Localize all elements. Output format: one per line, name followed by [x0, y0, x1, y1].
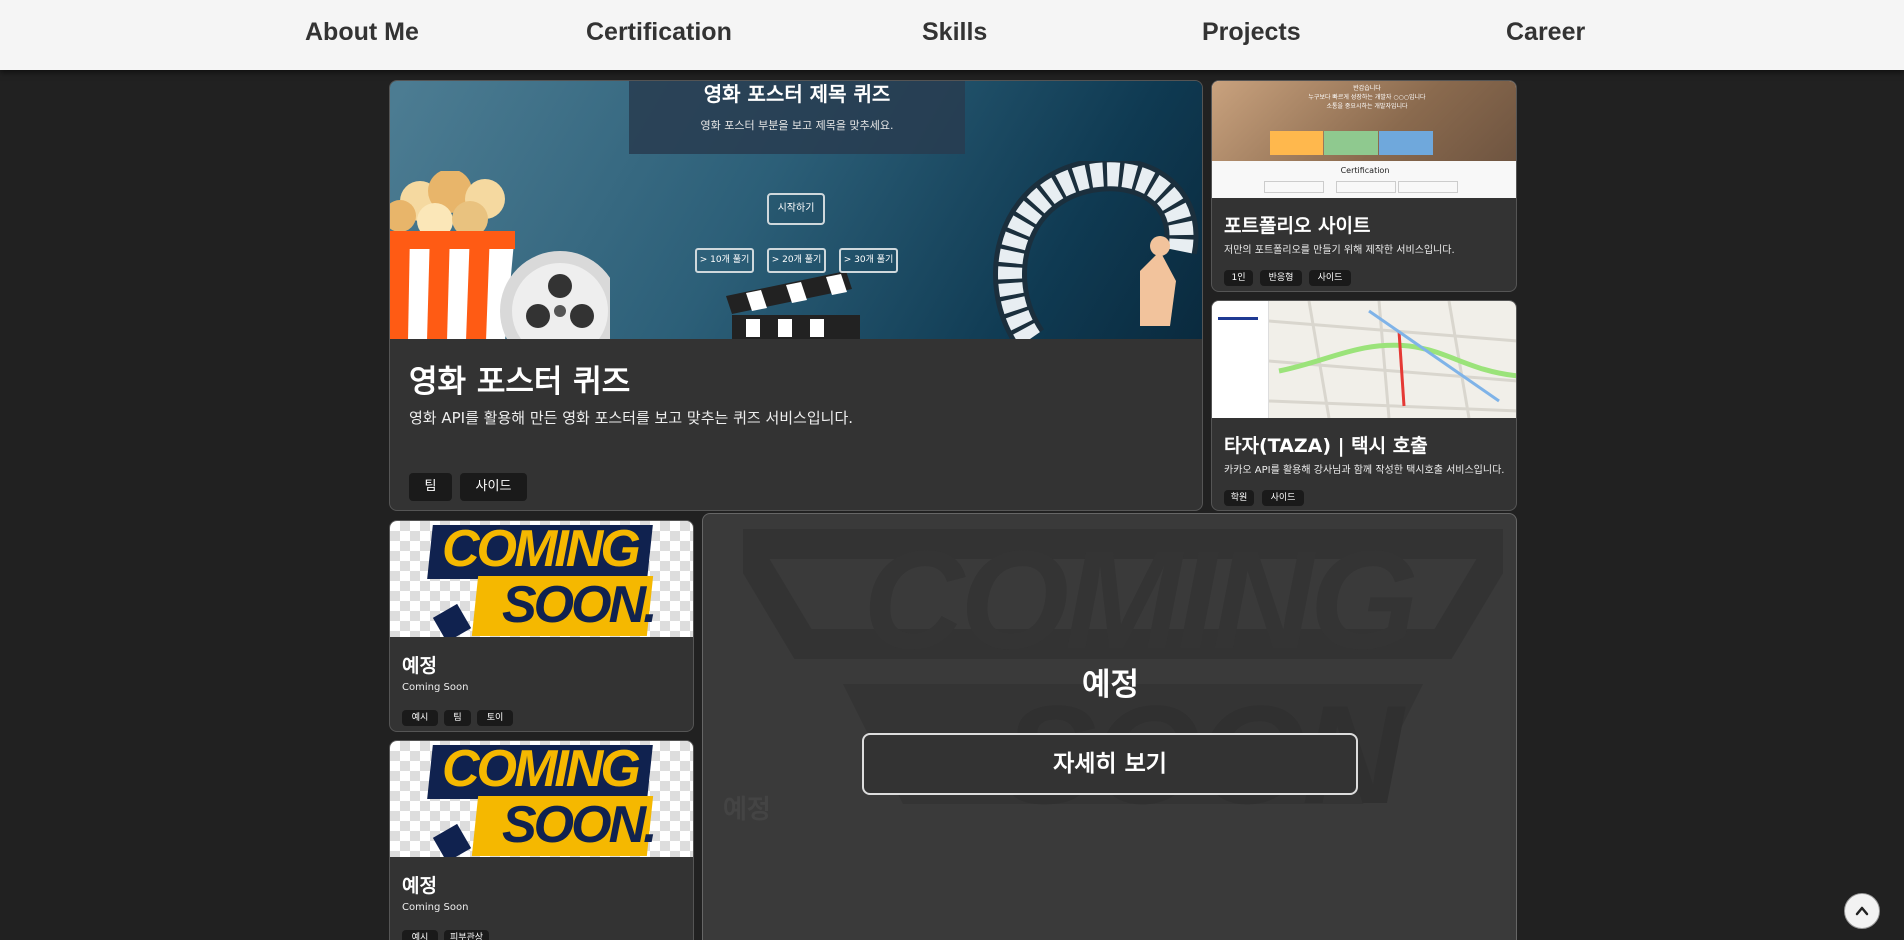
nav-skills[interactable]: Skills: [922, 18, 987, 47]
chevron-up-icon: [1855, 906, 1869, 916]
project-card-upcoming-1[interactable]: COMING SOON. 예정 Coming Soon 예시 팀 토이: [389, 520, 694, 732]
project-title: 영화 포스터 퀴즈: [409, 364, 631, 400]
tag-side: 사이드: [460, 473, 527, 501]
taza-map-screenshot: [1212, 301, 1516, 418]
project-description: 저만의 포트폴리오를 만들기 위해 제작한 서비스입니다.: [1224, 245, 1455, 256]
film-reel-illustration: [500, 251, 610, 339]
tag-side: 사이드: [1262, 490, 1304, 506]
scroll-to-top-button[interactable]: [1844, 893, 1880, 929]
nav-certification[interactable]: Certification: [586, 18, 732, 47]
project-description: 영화 API를 활용해 만든 영화 포스터를 보고 맞추는 퀴즈 서비스입니다.: [409, 409, 854, 427]
movie-quiz-screenshot: 영화 포스터 제목 퀴즈 영화 포스터 부분을 보고 제목을 맞추세요. 시작하…: [390, 81, 1202, 339]
start-button: 시작하기: [767, 193, 825, 225]
quiz-subtitle: 영화 포스터 부분을 보고 제목을 맞추세요.: [700, 119, 894, 132]
quiz-title: 영화 포스터 제목 퀴즈: [703, 82, 891, 106]
coming-soon-image: COMING SOON.: [390, 521, 693, 637]
top-navigation: About Me Certification Skills Projects C…: [0, 0, 1904, 70]
clapperboard-illustration: [726, 271, 860, 339]
tag-extra: 피부관상: [444, 930, 489, 940]
project-description: Coming Soon: [402, 902, 469, 913]
project-description: 카카오 API를 활용해 강사님과 함께 작성한 택시호출 서비스입니다.: [1224, 465, 1505, 476]
detail-title: 예정: [1081, 667, 1140, 703]
nav-career[interactable]: Career: [1506, 18, 1585, 47]
project-title: 타자(TAZA) | 택시 호출: [1224, 435, 1428, 457]
nav-about-me[interactable]: About Me: [305, 18, 419, 47]
project-card-portfolio[interactable]: 반갑습니다 누구보다 빠르게 성장하는 개발자 ○○○입니다 소통을 중요시하는…: [1211, 80, 1517, 292]
option-30-button: > 30개 풀기: [839, 248, 898, 273]
tag-example: 예시: [402, 710, 438, 726]
portfolio-hero-text: 반갑습니다 누구보다 빠르게 성장하는 개발자 ○○○입니다 소통을 중요시하는…: [1308, 85, 1426, 110]
tag-academy: 학원: [1224, 490, 1254, 506]
project-title: 예정: [402, 875, 437, 897]
project-title: 예정: [402, 655, 437, 677]
project-title: 포트폴리오 사이트: [1224, 215, 1371, 237]
option-20-button: > 20개 풀기: [767, 248, 826, 273]
nav-projects[interactable]: Projects: [1202, 18, 1301, 47]
tag-team: 팀: [444, 710, 471, 726]
film-strip-illustration: [993, 161, 1199, 339]
project-card-taza[interactable]: 타자(TAZA) | 택시 호출 카카오 API를 활용해 강사님과 함께 작성…: [1211, 300, 1517, 511]
quiz-header-panel: 영화 포스터 제목 퀴즈 영화 포스터 부분을 보고 제목을 맞추세요.: [629, 81, 965, 154]
tag-toy: 토이: [477, 710, 513, 726]
option-10-button: > 10개 풀기: [695, 248, 754, 273]
project-card-movie-quiz[interactable]: 영화 포스터 제목 퀴즈 영화 포스터 부분을 보고 제목을 맞추세요. 시작하…: [389, 80, 1203, 511]
project-card-upcoming-2[interactable]: COMING SOON. 예정 Coming Soon 예시 피부관상: [389, 740, 694, 940]
map-illustration: [1269, 301, 1516, 418]
portfolio-section-label: Certification: [1340, 166, 1390, 175]
project-detail-hover-card[interactable]: COMING SOON 예정 예정 자세히 보기: [702, 513, 1517, 940]
project-description: Coming Soon: [402, 682, 469, 693]
tag-responsive: 반응형: [1260, 270, 1302, 286]
tag-example: 예시: [402, 930, 438, 940]
tag-team: 팀: [409, 473, 452, 501]
view-details-button[interactable]: 자세히 보기: [862, 733, 1358, 795]
tag-side: 사이드: [1309, 270, 1351, 286]
coming-soon-image: COMING SOON.: [390, 741, 693, 857]
coming-soon-background: COMING SOON 예정: [703, 514, 1516, 940]
tag-solo: 1인: [1224, 270, 1253, 286]
portfolio-screenshot: 반갑습니다 누구보다 빠르게 성장하는 개발자 ○○○입니다 소통을 중요시하는…: [1212, 81, 1516, 198]
